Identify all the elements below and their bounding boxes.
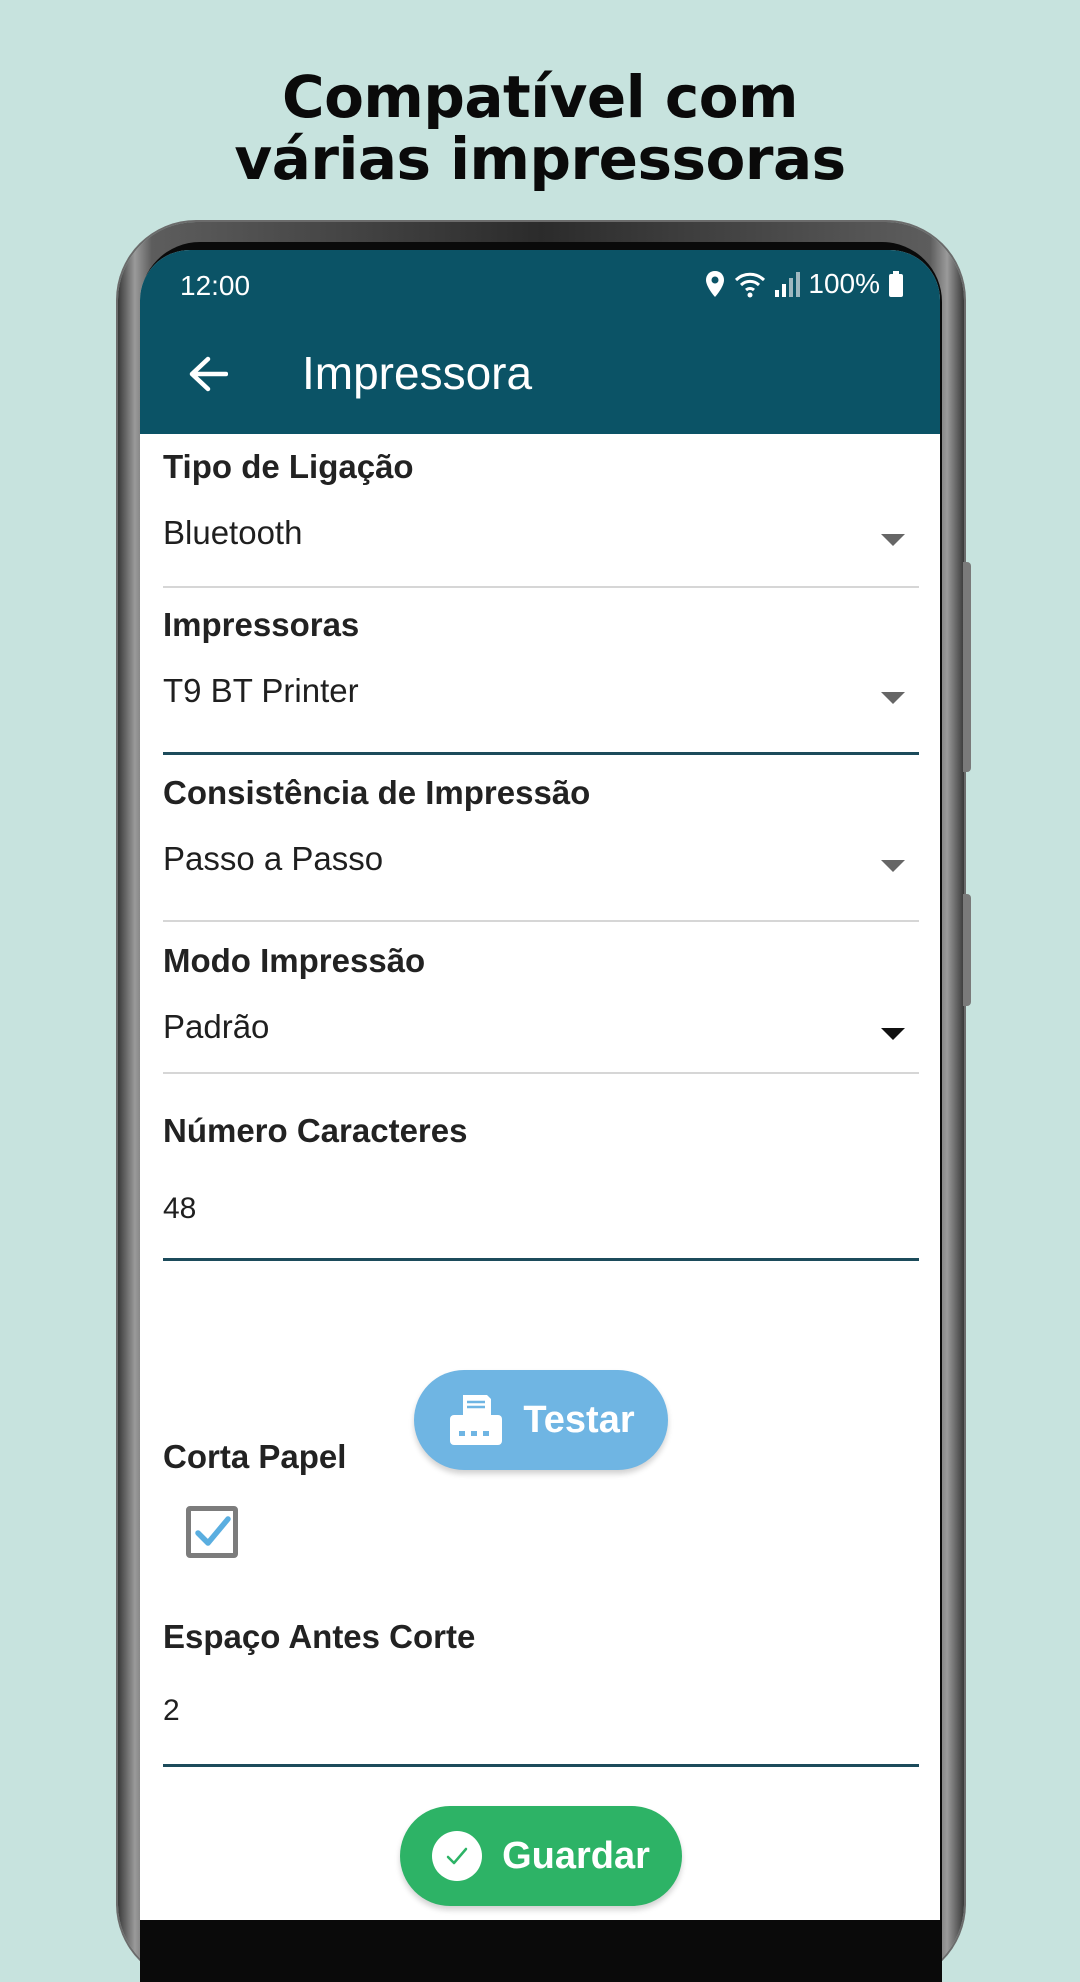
print-consistency-underline xyxy=(163,920,919,922)
promo-title-line1: Compatível com xyxy=(282,63,799,131)
printers-select[interactable]: T9 BT Printer xyxy=(163,652,919,752)
connection-type-underline xyxy=(163,586,919,588)
app-screen: 12:00 100% Impressora Tipo de Ligação Bl… xyxy=(140,250,940,1920)
print-consistency-label: Consistência de Impressão xyxy=(163,774,591,811)
space-before-cut-label: Espaço Antes Corte xyxy=(163,1618,476,1655)
promo-title-line2: várias impressoras xyxy=(234,125,846,193)
print-consistency-value: Passo a Passo xyxy=(163,840,384,877)
chevron-down-icon xyxy=(881,534,905,546)
printers-value: T9 BT Printer xyxy=(163,672,359,709)
signal-icon xyxy=(774,270,801,298)
wifi-icon xyxy=(734,270,766,298)
page-title: Impressora xyxy=(302,347,533,399)
char-count-underline xyxy=(163,1258,919,1261)
back-button[interactable] xyxy=(180,346,236,402)
test-button-label: Testar xyxy=(523,1398,635,1441)
connection-type-select[interactable]: Bluetooth xyxy=(163,494,919,586)
status-time: 12:00 xyxy=(180,270,251,301)
char-count-input[interactable]: 48 xyxy=(163,1158,919,1258)
space-before-cut-input[interactable]: 2 xyxy=(163,1664,919,1764)
phone-volume-button xyxy=(963,562,971,772)
chevron-down-icon xyxy=(881,860,905,872)
chevron-down-icon xyxy=(881,1028,905,1040)
location-icon xyxy=(704,270,726,298)
char-count-label: Número Caracteres xyxy=(163,1112,468,1149)
char-count-value: 48 xyxy=(163,1192,197,1225)
arrow-left-icon xyxy=(189,356,228,392)
print-mode-select[interactable]: Padrão xyxy=(163,988,919,1072)
save-button-label: Guardar xyxy=(502,1834,650,1877)
print-consistency-select[interactable]: Passo a Passo xyxy=(163,820,919,920)
battery-percent: 100% xyxy=(808,268,880,299)
test-button[interactable]: Testar xyxy=(414,1370,668,1470)
connection-type-label: Tipo de Ligação xyxy=(163,448,414,485)
cut-paper-label: Corta Papel xyxy=(163,1438,347,1475)
promo-title: Compatível com várias impressoras xyxy=(0,66,1080,190)
app-bar: 12:00 100% Impressora xyxy=(140,250,940,434)
print-mode-underline xyxy=(163,1072,919,1074)
chevron-down-icon xyxy=(881,692,905,704)
check-circle-icon xyxy=(432,1831,483,1881)
print-mode-label: Modo Impressão xyxy=(163,942,426,979)
battery-icon xyxy=(888,270,904,298)
print-mode-value: Padrão xyxy=(163,1008,270,1045)
connection-type-value: Bluetooth xyxy=(163,514,303,551)
checkmark-icon xyxy=(195,1516,231,1546)
space-before-cut-underline xyxy=(163,1764,919,1767)
space-before-cut-value: 2 xyxy=(163,1694,180,1727)
phone-power-button xyxy=(963,894,971,1006)
printer-icon xyxy=(450,1395,503,1445)
save-button[interactable]: Guardar xyxy=(400,1806,682,1906)
cut-paper-checkbox[interactable] xyxy=(186,1506,238,1558)
printers-label: Impressoras xyxy=(163,606,360,643)
status-icons: 100% xyxy=(704,268,904,300)
printers-underline xyxy=(163,752,919,755)
